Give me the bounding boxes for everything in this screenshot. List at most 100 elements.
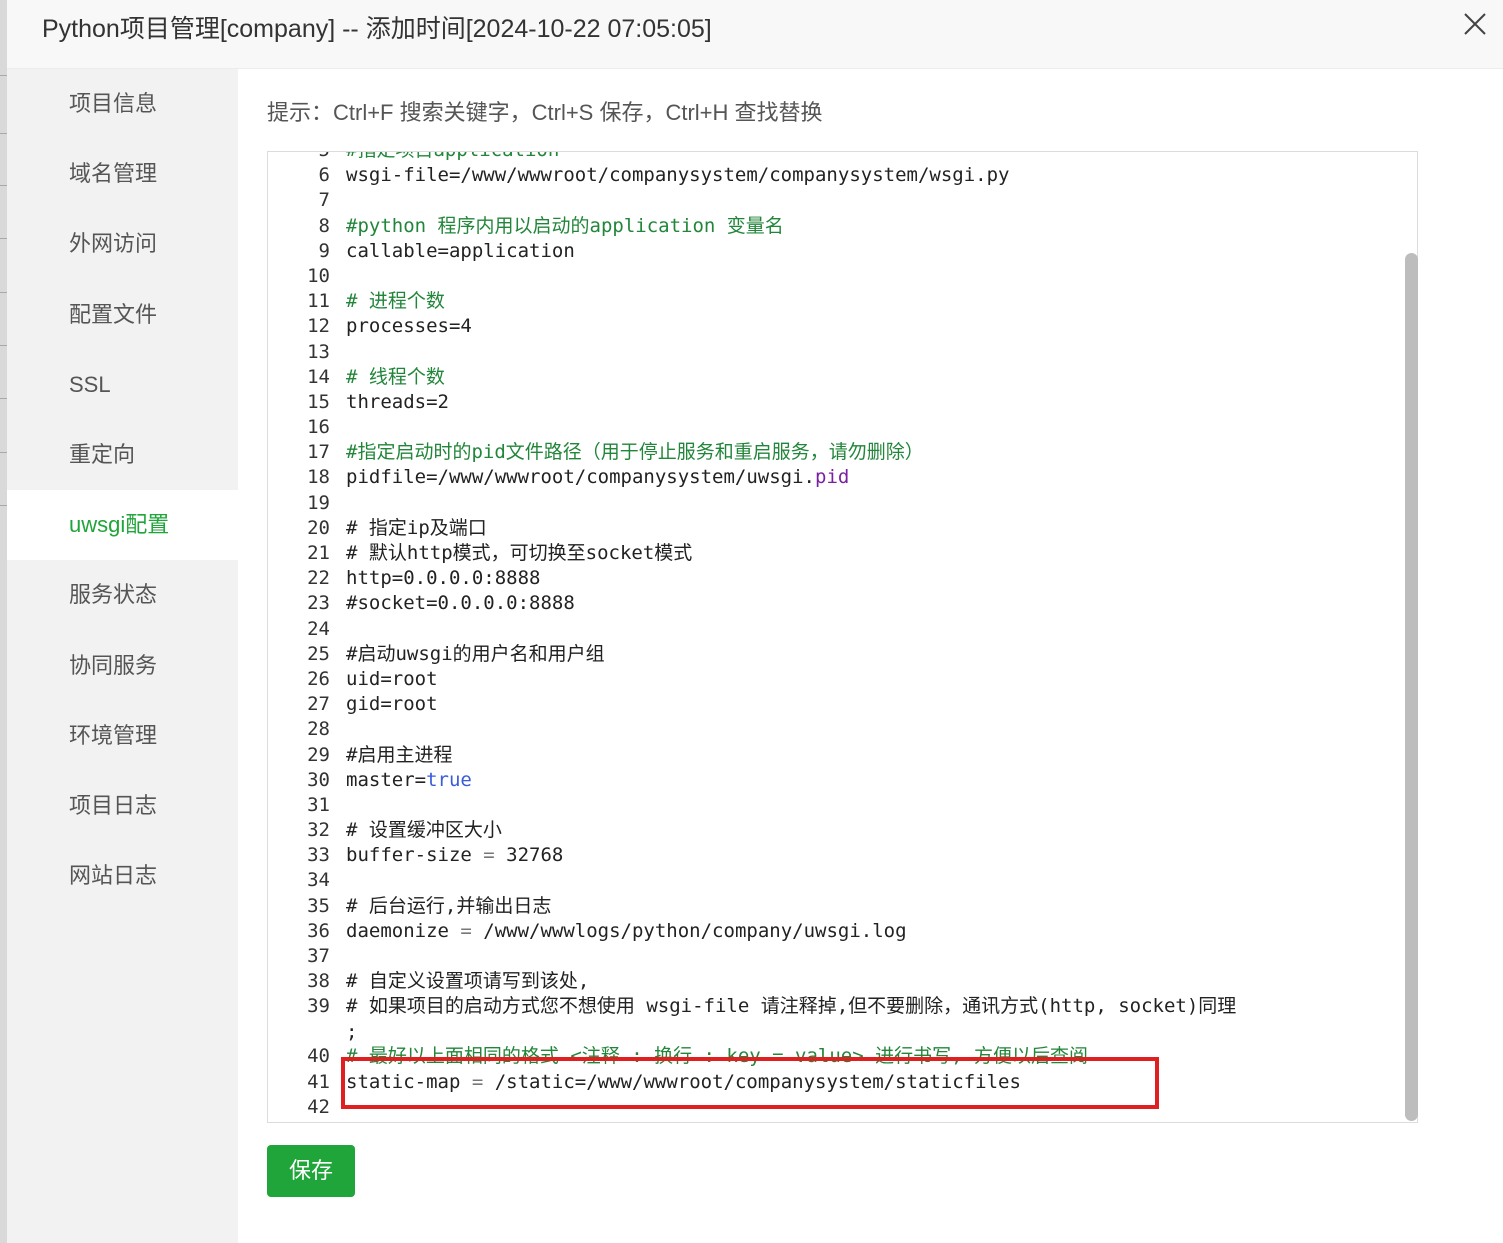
line-number: 10 [307,264,330,287]
editor-scrollbar-thumb[interactable] [1405,253,1418,1121]
line-code: #指定启动时的pid文件路径（用于停止服务和重启服务，请勿删除） [346,440,924,465]
line-code: threads=2 [346,390,449,415]
modal-titlebar: Python项目管理[company] -- 添加时间[2024-10-22 0… [7,0,1503,69]
code-lines[interactable]: 5 #指定项目application 6 wsgi-file=/www/wwwroot… [268,152,1402,1120]
sidebar-item[interactable]: 环境管理 [7,701,238,771]
code-line[interactable]: 24 [268,617,1402,642]
sidebar-item[interactable]: SSL [7,350,238,420]
code-line[interactable]: 19 [268,491,1402,516]
line-number: 11 [307,290,330,313]
line-number: 31 [307,793,330,816]
code-token: # 如果项目的启动方式您不想使用 wsgi-file 请注释掉,但不要删除，通讯… [346,995,1237,1043]
code-line[interactable]: 8 #python 程序内用以启动的application 变量名 [268,214,1402,239]
code-line[interactable]: 11 # 进程个数 [268,289,1402,314]
code-line[interactable]: 17 #指定启动时的pid文件路径（用于停止服务和重启服务，请勿删除） [268,440,1402,465]
line-number: 19 [307,491,330,514]
close-icon[interactable] [1463,10,1487,38]
save-button[interactable]: 保存 [267,1145,355,1197]
sidebar: 项目信息 域名管理 外网访问 配置文件 SSL 重定向 uwsgi配置 服务状态 协同服务 环境管… [7,69,238,1243]
line-number: 40 [307,1045,330,1068]
code-line[interactable]: 37 [268,944,1402,969]
line-number: 12 [307,315,330,338]
line-code: #启动uwsgi的用户名和用户组 [346,642,605,667]
code-token: 32768 [494,844,564,867]
line-number: 42 [307,1095,330,1118]
sidebar-item[interactable]: 网站日志 [7,841,238,911]
code-token: processes=4 [346,315,472,338]
line-number: 23 [307,592,330,615]
sidebar-item[interactable]: 域名管理 [7,139,238,209]
line-number: 33 [307,844,330,867]
code-line[interactable]: 33 buffer-size = 32768 [268,843,1402,868]
code-token: = [460,919,472,942]
sidebar-item[interactable]: 重定向 [7,420,238,490]
code-token: wsgi-file=/www/wwwroot/companysystem/com… [346,164,1010,187]
code-line[interactable]: 29 #启用主进程 [268,743,1402,768]
code-line[interactable]: 22 http=0.0.0.0:8888 [268,566,1402,591]
code-line[interactable]: 25 #启动uwsgi的用户名和用户组 [268,642,1402,667]
sidebar-item[interactable]: 外网访问 [7,209,238,279]
line-number: 25 [307,642,330,665]
code-line[interactable]: 7 [268,188,1402,213]
code-line[interactable]: 21 # 默认http模式，可切换至socket模式 [268,541,1402,566]
code-line[interactable]: 15 threads=2 [268,390,1402,415]
line-number: 13 [307,340,330,363]
code-line[interactable]: 26 uid=root [268,667,1402,692]
line-number: 9 [318,239,330,262]
code-line[interactable]: 28 [268,717,1402,742]
sidebar-item[interactable]: 服务状态 [7,560,238,630]
code-token: gid=root [346,693,438,716]
code-token: # 进程个数 [346,290,445,313]
code-token: # 设置缓冲区大小 [346,819,502,842]
line-number: 29 [307,743,330,766]
code-token: # 指定ip及端口 [346,516,487,539]
code-line[interactable]: 30 master=true [268,768,1402,793]
code-token: # 后台运行,并输出日志 [346,894,552,917]
code-line[interactable]: 39 # 如果项目的启动方式您不想使用 wsgi-file 请注释掉,但不要删除，… [268,994,1402,1044]
line-number: 24 [307,617,330,640]
code-line[interactable]: 23 #socket=0.0.0.0:8888 [268,591,1402,616]
code-line[interactable]: 20 # 指定ip及端口 [268,516,1402,541]
line-number: 37 [307,945,330,967]
line-number: 15 [307,390,330,413]
code-line[interactable]: 16 [268,415,1402,440]
code-line[interactable]: 9 callable=application [268,239,1402,264]
code-line[interactable]: 6 wsgi-file=/www/wwwroot/companysystem/co… [268,163,1402,188]
code-line[interactable]: 5 #指定项目application [268,152,1402,163]
code-line[interactable]: 27 gid=root [268,692,1402,717]
sidebar-item[interactable]: uwsgi配置 [7,490,238,561]
line-number: 27 [307,693,330,716]
code-line[interactable]: 18 pidfile=/www/wwwroot/companysystem/uws… [268,465,1402,490]
code-editor[interactable]: 5 #指定项目application 6 wsgi-file=/www/wwwroot… [267,151,1418,1123]
code-line[interactable]: 32 # 设置缓冲区大小 [268,818,1402,843]
line-number: 14 [307,365,330,388]
line-number: 39 [307,995,330,1018]
sidebar-item[interactable]: 协同服务 [7,631,238,701]
line-code: # 如果项目的启动方式您不想使用 wsgi-file 请注释掉,但不要删除，通讯… [346,994,1236,1044]
code-line[interactable]: 34 [268,868,1402,893]
code-line[interactable]: 36 daemonize = /www/wwwlogs/python/compan… [268,919,1402,944]
line-code: #指定项目application [346,152,559,163]
code-line[interactable]: 31 [268,793,1402,818]
sidebar-item[interactable]: 配置文件 [7,280,238,350]
modal-title: Python项目管理[company] -- 添加时间[2024-10-22 0… [42,15,712,43]
sidebar-item[interactable]: 项目日志 [7,771,238,841]
code-token: #指定启动时的pid文件路径（用于停止服务和重启服务，请勿删除） [346,441,924,464]
code-line[interactable]: 13 [268,340,1402,365]
close-icon-glyph [1464,13,1486,35]
line-code: # 设置缓冲区大小 [346,818,502,843]
code-line[interactable]: 38 # 自定义设置项请写到该处, [268,969,1402,994]
code-line[interactable]: 10 [268,264,1402,289]
line-code: # 自定义设置项请写到该处, [346,969,589,994]
code-line[interactable]: 35 # 后台运行,并输出日志 [268,894,1402,919]
code-line[interactable]: 12 processes=4 [268,314,1402,339]
line-number: 6 [318,164,330,187]
line-number: 16 [307,416,330,439]
line-code: wsgi-file=/www/wwwroot/companysystem/com… [346,163,1009,188]
sidebar-item[interactable]: 项目信息 [7,69,238,139]
line-number: 7 [318,189,330,212]
line-code: # 后台运行,并输出日志 [346,894,551,919]
code-line[interactable]: 14 # 线程个数 [268,365,1402,390]
line-code: buffer-size = 32768 [346,843,563,868]
line-number: 20 [307,516,330,539]
